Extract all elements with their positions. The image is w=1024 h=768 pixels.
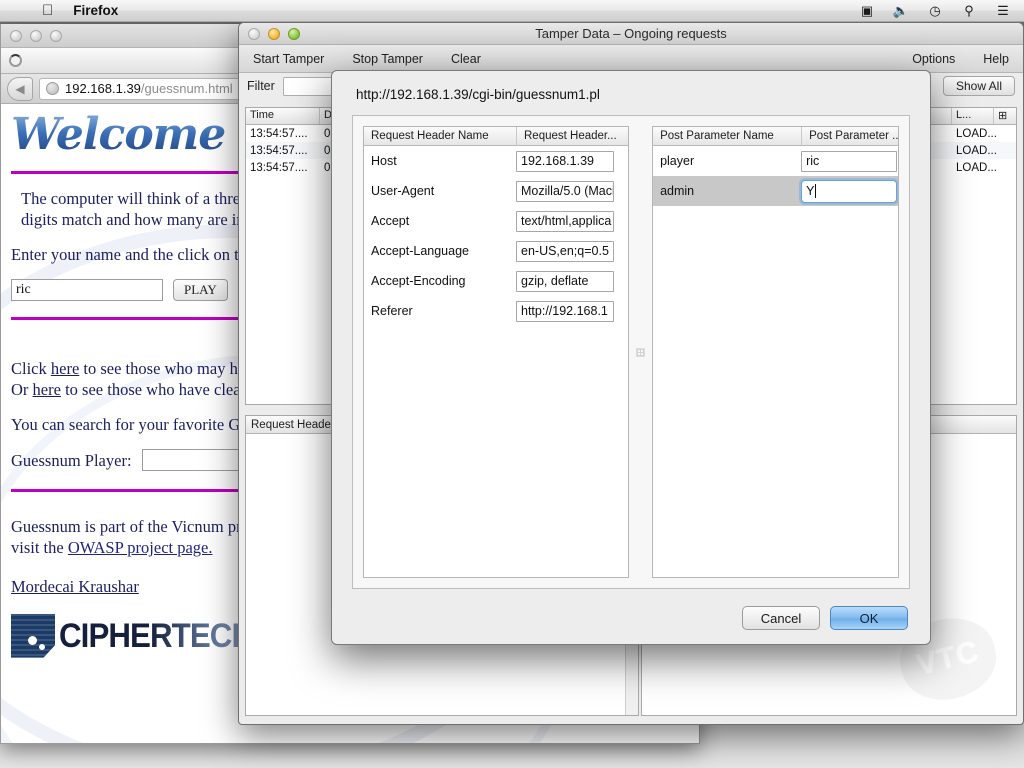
param-name: player (660, 154, 695, 168)
request-headers-table-header: Request Header Name Request Header... (364, 127, 629, 146)
zoom-button-icon[interactable] (50, 29, 62, 42)
post-parameters-table-header: Post Parameter Name Post Parameter ... (653, 127, 899, 146)
help-menu[interactable]: Help (969, 52, 1023, 66)
close-button-icon[interactable] (10, 29, 22, 42)
table-row[interactable]: Accept-Language en-US,en;q=0.5 (364, 236, 628, 266)
param-value-text: Y (806, 184, 815, 198)
header-name: User-Agent (371, 184, 435, 198)
menubar-status-icons: ▣ 🔈 ◷ ⚲ ☰ (858, 3, 1012, 19)
stop-tamper-button[interactable]: Stop Tamper (338, 52, 437, 66)
detail-column-name[interactable]: Request Header (246, 416, 342, 433)
request-headers-table[interactable]: Request Header Name Request Header... Ho… (363, 126, 630, 578)
param-value-input-focused[interactable]: Y (801, 179, 898, 203)
owasp-project-link[interactable]: OWASP project page. (68, 538, 213, 557)
ok-button[interactable]: OK (830, 606, 908, 630)
loading-spinner-icon (9, 54, 22, 67)
clear-button[interactable]: Clear (437, 52, 495, 66)
apple-menu-icon[interactable]:  (42, 3, 53, 18)
header-name: Accept-Encoding (371, 274, 466, 288)
winners-link[interactable]: here (51, 359, 79, 378)
table-row[interactable]: Referer http://192.168.1 (364, 296, 628, 326)
dialog-splitter[interactable] (629, 116, 652, 588)
column-time[interactable]: Time (246, 108, 320, 124)
globe-icon (46, 82, 59, 95)
cell-load-flags: LOAD... (956, 161, 997, 174)
header-col-value[interactable]: Request Header... (516, 127, 628, 145)
player-name-input[interactable]: ric (11, 278, 163, 301)
menubar-app-name[interactable]: Firefox (73, 3, 118, 18)
ciphertechs-mark-icon (11, 613, 55, 658)
cell-time: 13:54:57.... (250, 144, 308, 157)
header-value-input[interactable]: Mozilla/5.0 (Maci (516, 180, 614, 202)
header-value-input[interactable]: 192.168.1.39 (516, 150, 614, 172)
tamper-popup-dialog[interactable]: http://192.168.1.39/cgi-bin/guessnum1.pl… (331, 70, 931, 645)
cleared-pre: Or (11, 380, 33, 400)
minimize-button-icon[interactable] (30, 29, 42, 42)
param-col-value[interactable]: Post Parameter ... (801, 127, 898, 145)
column-load-flags[interactable]: L... (952, 108, 994, 124)
cancel-button[interactable]: Cancel (742, 606, 820, 630)
header-value-input[interactable]: text/html,applica (516, 210, 614, 232)
param-col-name[interactable]: Post Parameter Name (653, 127, 801, 145)
options-menu[interactable]: Options (898, 52, 969, 66)
table-row[interactable]: player ric (653, 146, 898, 176)
param-value-input[interactable]: ric (801, 150, 898, 172)
back-button[interactable]: ◀ (7, 76, 33, 101)
header-name: Accept (371, 214, 410, 228)
menu-list-icon[interactable]: ☰ (994, 3, 1012, 19)
header-name: Referer (371, 304, 413, 318)
dialog-button-row: Cancel OK (742, 606, 908, 630)
cell-load-flags: LOAD... (956, 127, 997, 140)
author-link[interactable]: Mordecai Kraushar (11, 577, 139, 596)
table-row[interactable]: Host 192.168.1.39 (364, 146, 628, 176)
param-name: admin (660, 184, 695, 198)
splitter-grip-icon (636, 347, 646, 357)
start-tamper-button[interactable]: Start Tamper (239, 52, 338, 66)
url-host: 192.168.1.39 (65, 81, 141, 96)
header-value-input[interactable]: http://192.168.1 (516, 300, 614, 322)
url-path: /guessnum.html (140, 81, 233, 96)
cell-time: 13:54:57.... (250, 161, 308, 174)
play-button[interactable]: PLAY (173, 278, 228, 301)
vicnum-pre: visit the (11, 538, 68, 558)
dialog-request-url: http://192.168.1.39/cgi-bin/guessnum1.pl (356, 87, 600, 102)
tamper-data-titlebar[interactable]: Tamper Data – Ongoing requests (239, 23, 1023, 45)
winners-post: to see those who may hav (79, 358, 254, 378)
tamper-data-window-title: Tamper Data – Ongoing requests (535, 26, 727, 41)
cell-load-flags: LOAD... (956, 144, 997, 157)
header-name: Accept-Language (371, 244, 469, 258)
spotlight-search-icon[interactable]: ⚲ (960, 3, 978, 19)
table-row[interactable]: Accept text/html,applica (364, 206, 628, 236)
header-col-name[interactable]: Request Header Name (364, 127, 516, 145)
show-all-button[interactable]: Show All (942, 76, 1015, 96)
column-picker-icon[interactable]: ⊞ (994, 108, 1016, 124)
cleared-post: to see those who have clear (60, 380, 247, 400)
text-caret (815, 184, 817, 198)
header-name: Host (371, 154, 397, 168)
table-row[interactable]: Accept-Encoding gzip, deflate (364, 266, 628, 296)
cleared-link[interactable]: here (33, 380, 61, 399)
dialog-body: Request Header Name Request Header... Ho… (352, 115, 910, 589)
guessnum-player-label: Guessnum Player: (11, 450, 132, 470)
header-value-input[interactable]: en-US,en;q=0.5 (516, 240, 614, 262)
winners-pre: Click (11, 358, 51, 378)
post-parameters-table[interactable]: Post Parameter Name Post Parameter ... p… (652, 126, 900, 578)
table-row[interactable]: User-Agent Mozilla/5.0 (Maci (364, 176, 628, 206)
tamper-data-toolbar: Start Tamper Stop Tamper Clear Options H… (239, 45, 1023, 73)
clock-icon[interactable]: ◷ (926, 3, 944, 19)
display-icon[interactable]: ▣ (858, 3, 876, 19)
header-value-input[interactable]: gzip, deflate (516, 270, 614, 292)
macos-menubar:  Firefox ▣ 🔈 ◷ ⚲ ☰ (0, 0, 1024, 22)
volume-icon[interactable]: 🔈 (892, 3, 910, 19)
table-row-selected[interactable]: admin Y (653, 176, 899, 206)
cell-time: 13:54:57.... (250, 127, 308, 140)
filter-label: Filter (247, 79, 275, 93)
